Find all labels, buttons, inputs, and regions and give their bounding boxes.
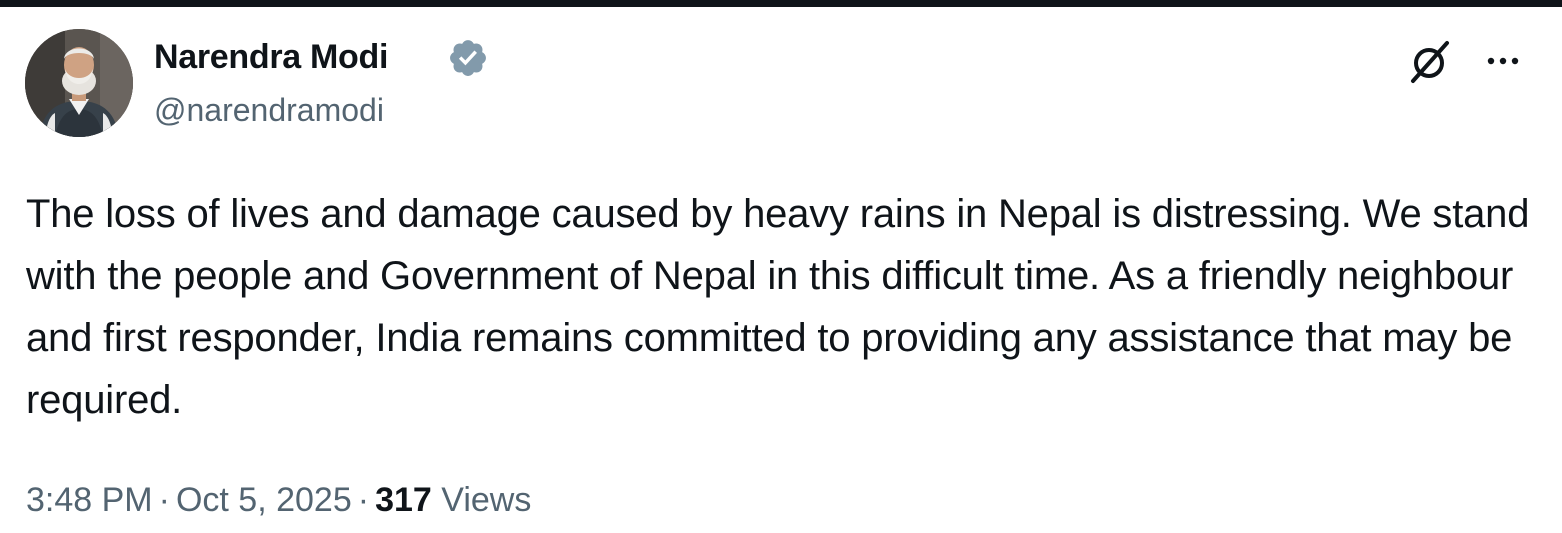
window-top-bar — [0, 0, 1562, 7]
tweet-time[interactable]: 3:48 PM — [26, 481, 153, 519]
author-handle[interactable]: @narendramodi — [154, 91, 384, 129]
grok-icon[interactable] — [1405, 37, 1455, 87]
tweet-card: Narendra Modi @narendramodi The loss of … — [0, 7, 1562, 533]
meta-separator: · — [357, 481, 370, 519]
avatar-image — [25, 29, 133, 137]
tweet-metadata: 3:48 PM · Oct 5, 2025 · 317 Views — [26, 480, 531, 520]
tweet-text: The loss of lives and damage caused by h… — [26, 192, 1530, 422]
meta-separator: · — [158, 481, 170, 519]
avatar[interactable] — [25, 29, 133, 137]
tweet-date[interactable]: Oct 5, 2025 — [176, 481, 352, 519]
more-options-icon[interactable] — [1478, 41, 1528, 81]
views-count[interactable]: 317 — [375, 481, 432, 519]
author-display-name[interactable]: Narendra Modi — [154, 37, 388, 77]
verified-badge-icon[interactable] — [447, 37, 489, 79]
views-label[interactable]: Views — [441, 481, 531, 519]
